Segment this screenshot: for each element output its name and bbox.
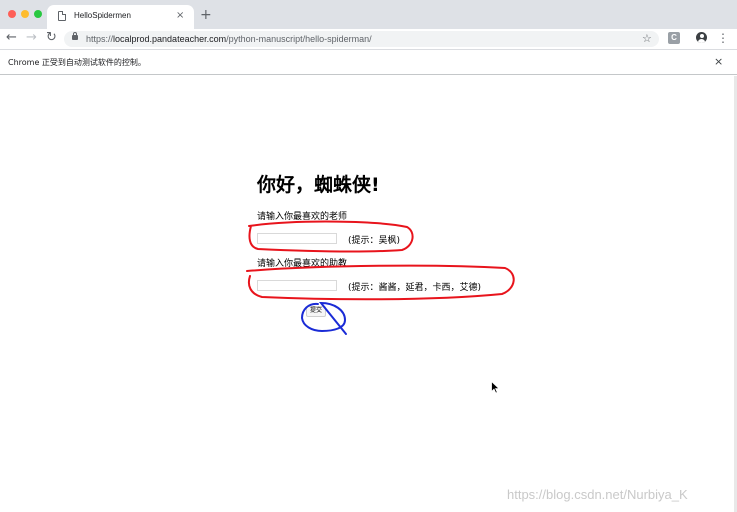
reload-icon[interactable]: ↻ [46, 30, 57, 46]
profile-avatar-icon[interactable] [696, 32, 707, 43]
tab-strip: HelloSpidermen × + [0, 0, 737, 29]
teacher-label: 请输入你最喜欢的老师 [257, 212, 348, 222]
back-arrow-icon[interactable]: ← [6, 30, 17, 46]
assistant-hint: (提示：酱酱，延君，卡西，艾德) [348, 283, 482, 293]
assistant-input[interactable] [257, 280, 337, 291]
mouse-pointer-icon [491, 381, 500, 394]
infobar-close-icon[interactable]: × [714, 54, 723, 70]
browser-toolbar: ← → ↻ https://localprod.pandateacher.com… [0, 29, 737, 49]
page-icon [58, 11, 66, 21]
page-title: 你好，蜘蛛侠! [257, 174, 380, 196]
window-close-icon[interactable] [8, 10, 16, 18]
url-text[interactable]: https://localprod.pandateacher.com/pytho… [86, 33, 372, 45]
tab-hellospidermen[interactable]: HelloSpidermen × [47, 5, 194, 29]
marker-annotations [246, 220, 515, 335]
automation-infobar: Chrome 正受到自动测试软件的控制。 × [0, 49, 737, 75]
extension-c-icon[interactable]: C [668, 32, 680, 44]
address-bar[interactable]: https://localprod.pandateacher.com/pytho… [64, 31, 659, 47]
chrome-menu-icon[interactable]: ⋮ [717, 31, 729, 45]
forward-arrow-icon[interactable]: → [26, 30, 37, 46]
url-host: localprod.pandateacher.com [113, 34, 227, 44]
new-tab-icon[interactable]: + [200, 7, 212, 23]
submit-button[interactable]: 提交 [306, 306, 326, 317]
lock-icon[interactable] [72, 32, 78, 40]
tab-close-icon[interactable]: × [176, 8, 184, 24]
teacher-hint: (提示：吴枫) [348, 236, 401, 246]
infobar-message: Chrome 正受到自动测试软件的控制。 [8, 58, 146, 67]
window-minimize-icon[interactable] [21, 10, 29, 18]
bookmark-star-icon[interactable]: ☆ [642, 31, 652, 47]
watermark: https://blog.csdn.net/Nurbiya_K [507, 487, 688, 502]
url-path: /python-manuscript/hello-spiderman/ [226, 34, 372, 44]
assistant-label: 请输入你最喜欢的助教 [257, 259, 348, 269]
tab-title: HelloSpidermen [74, 11, 131, 20]
window-zoom-icon[interactable] [34, 10, 42, 18]
teacher-input[interactable] [257, 233, 337, 244]
url-scheme: https:// [86, 34, 114, 44]
